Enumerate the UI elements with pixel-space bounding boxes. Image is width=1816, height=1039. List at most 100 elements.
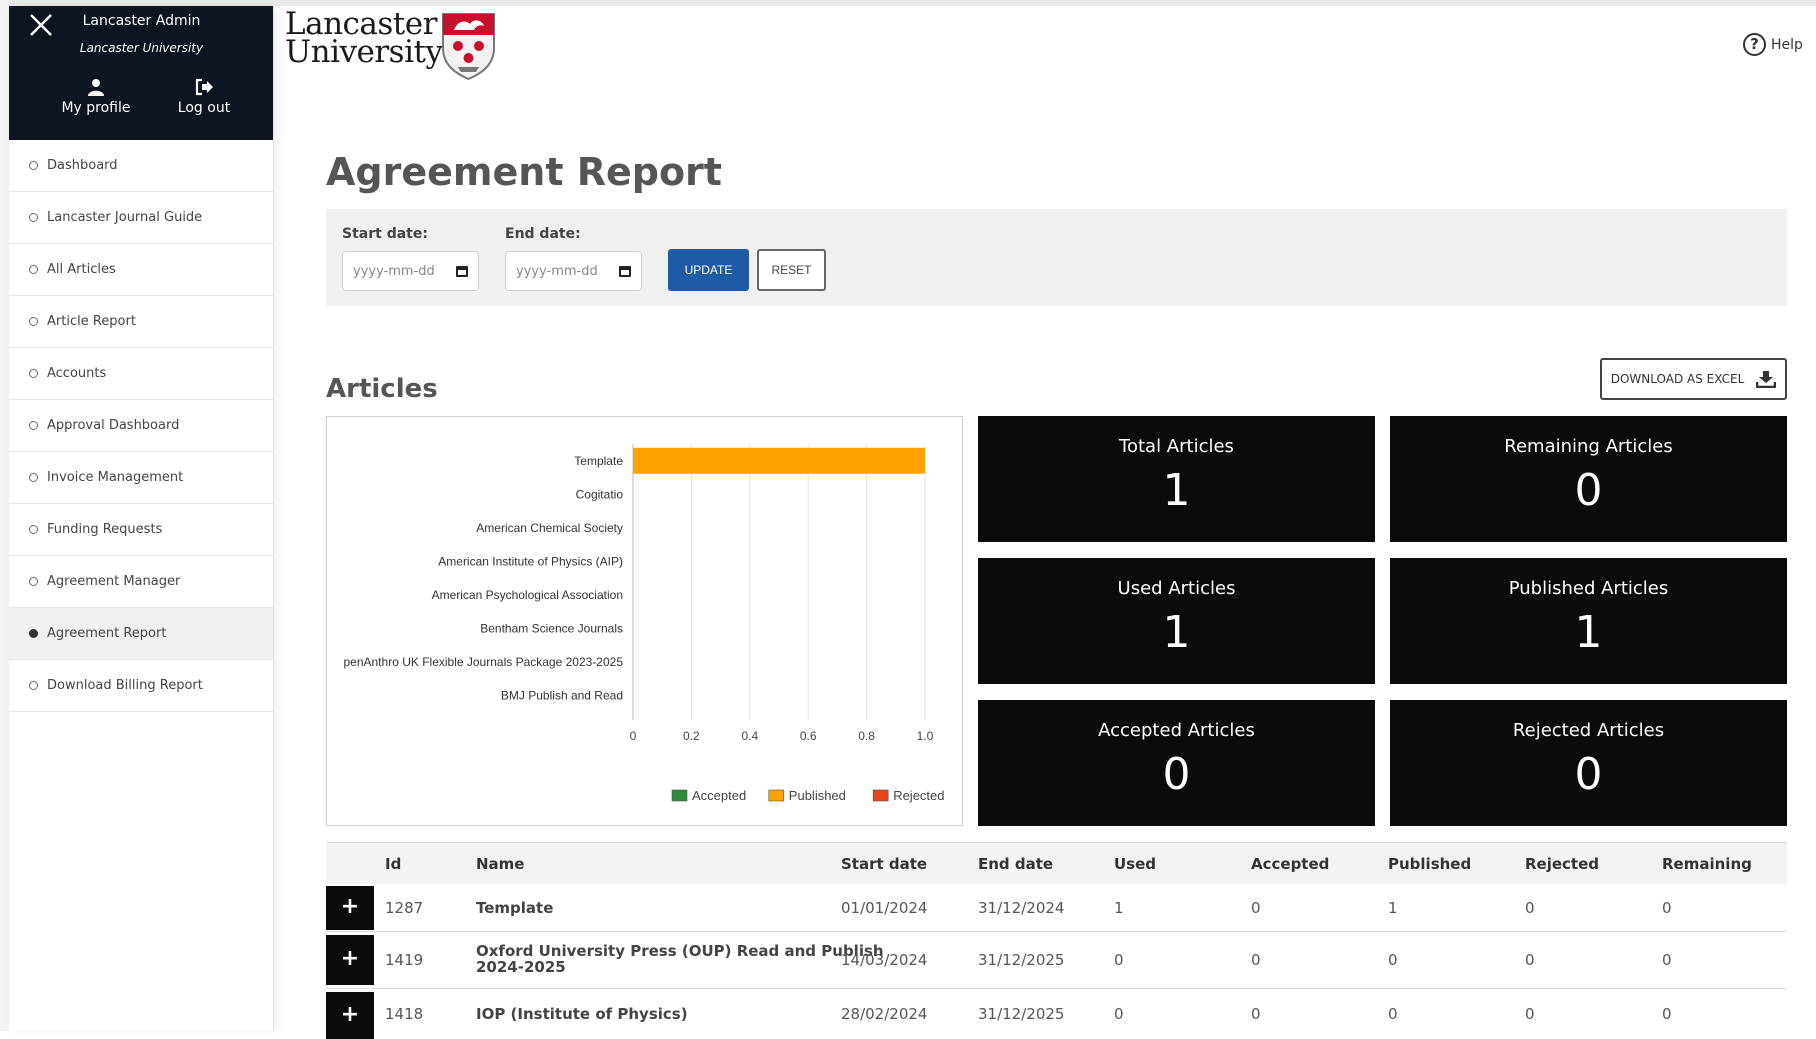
cell-published: 0 <box>1388 1005 1398 1023</box>
sidebar-item-agreement-manager[interactable]: Agreement Manager <box>9 556 273 608</box>
logo-wordmark: Lancaster University <box>285 9 443 68</box>
start-date-placeholder: yyyy-mm-dd <box>353 263 435 279</box>
expand-row-button[interactable]: + <box>326 935 374 985</box>
stat-label: Used Articles <box>1117 578 1236 599</box>
download-excel-label: DOWNLOAD AS EXCEL <box>1610 372 1745 386</box>
x-tick-label: 0.2 <box>683 729 700 743</box>
logout-icon <box>195 78 213 96</box>
cell-rejected: 0 <box>1525 899 1535 917</box>
table-header: Id Name Start date End date Used Accepte… <box>326 842 1787 884</box>
sidebar-item-all-articles[interactable]: All Articles <box>9 244 273 296</box>
circle-icon <box>29 317 38 326</box>
legend-label: Accepted <box>692 788 746 803</box>
stat-label: Rejected Articles <box>1512 720 1665 741</box>
sidebar-item-download-billing-report[interactable]: Download Billing Report <box>9 660 273 712</box>
cell-end-date: 31/12/2024 <box>978 899 1065 917</box>
circle-icon <box>29 577 38 586</box>
university-logo[interactable]: Lancaster University <box>285 9 500 80</box>
cell-remaining: 0 <box>1662 1005 1672 1023</box>
sidebar-item-label: Accounts <box>47 366 107 381</box>
column-header-start-date[interactable]: Start date <box>841 855 927 873</box>
column-header-rejected[interactable]: Rejected <box>1525 855 1599 873</box>
crest-icon <box>442 13 495 80</box>
sidebar-item-article-report[interactable]: Article Report <box>9 296 273 348</box>
column-header-published[interactable]: Published <box>1388 855 1471 873</box>
left-gutter <box>0 0 9 1031</box>
column-header-remaining[interactable]: Remaining <box>1662 855 1752 873</box>
update-button[interactable]: UPDATE <box>668 249 749 291</box>
sidebar: Lancaster Admin Lancaster University My … <box>9 6 274 1031</box>
sidebar-item-label: Article Report <box>47 314 136 329</box>
filled-circle-icon <box>29 629 38 638</box>
cell-name-line-1: Oxford University Press (OUP) Read and P… <box>476 942 884 960</box>
articles-chart: 0 0.2 0.4 0.6 0.8 1.0 Template Cogitatio America… <box>326 416 963 826</box>
sidebar-header: Lancaster Admin Lancaster University My … <box>9 6 273 140</box>
rejected-articles-card: Rejected Articles 0 <box>1390 700 1787 826</box>
circle-icon <box>29 161 38 170</box>
sidebar-item-label: Agreement Manager <box>47 574 181 589</box>
sidebar-item-journal-guide[interactable]: Lancaster Journal Guide <box>9 192 273 244</box>
accepted-articles-card: Accepted Articles 0 <box>978 700 1375 826</box>
expand-row-button[interactable]: + <box>326 886 374 930</box>
x-tick-label: 0.4 <box>741 729 758 743</box>
help-link[interactable]: ? Help <box>1743 33 1803 56</box>
date-filter-bar: Start date: End date: yyyy-mm-dd yyyy-mm… <box>326 209 1787 306</box>
cell-used: 1 <box>1114 899 1124 917</box>
cell-accepted: 0 <box>1251 899 1261 917</box>
legend-swatch <box>872 789 889 802</box>
cell-rejected: 0 <box>1525 951 1535 969</box>
column-header-accepted[interactable]: Accepted <box>1251 855 1329 873</box>
sidebar-item-label: Agreement Report <box>47 626 167 641</box>
y-category-label: BMJ Publish and Read <box>501 688 623 702</box>
column-header-end-date[interactable]: End date <box>978 855 1053 873</box>
cell-used: 0 <box>1114 951 1124 969</box>
sidebar-nav: Dashboard Lancaster Journal Guide All Ar… <box>9 140 273 712</box>
cell-end-date: 31/12/2025 <box>978 951 1065 969</box>
legend-label: Rejected <box>893 788 944 803</box>
expand-row-button[interactable]: + <box>326 992 374 1039</box>
stat-value: 1 <box>1574 607 1603 658</box>
organisation-name: Lancaster University <box>79 41 204 55</box>
cell-published: 0 <box>1388 951 1398 969</box>
legend-swatch <box>768 789 785 802</box>
log-out-button[interactable]: Log out <box>159 78 249 116</box>
cell-start-date: 01/01/2024 <box>841 899 928 917</box>
y-category-label: American Psychological Association <box>432 588 623 602</box>
column-header-name[interactable]: Name <box>476 855 524 873</box>
sidebar-item-funding-requests[interactable]: Funding Requests <box>9 504 273 556</box>
articles-section-title: Articles <box>326 374 438 404</box>
sidebar-item-accounts[interactable]: Accounts <box>9 348 273 400</box>
column-header-id[interactable]: Id <box>385 855 401 873</box>
stat-label: Published Articles <box>1508 578 1669 599</box>
y-category-label: Cogitatio <box>576 487 624 501</box>
cell-accepted: 0 <box>1251 1005 1261 1023</box>
stat-label: Accepted Articles <box>1098 720 1255 741</box>
stat-value: 1 <box>1162 607 1191 658</box>
table-row: + 1418 IOP (Institute of Physics) 28/02/… <box>326 989 1787 1039</box>
sidebar-item-dashboard[interactable]: Dashboard <box>9 140 273 192</box>
end-date-label: End date: <box>505 226 581 242</box>
calendar-icon[interactable] <box>619 265 631 277</box>
used-articles-card: Used Articles 1 <box>978 558 1375 684</box>
sidebar-item-label: Lancaster Journal Guide <box>47 210 203 225</box>
cell-name: Oxford University Press (OUP) Read and P… <box>476 943 884 975</box>
start-date-input[interactable]: yyyy-mm-dd <box>342 251 479 291</box>
sidebar-item-invoice-management[interactable]: Invoice Management <box>9 452 273 504</box>
y-category-label: American Institute of Physics (AIP) <box>438 554 623 568</box>
sidebar-item-approval-dashboard[interactable]: Approval Dashboard <box>9 400 273 452</box>
download-excel-button[interactable]: DOWNLOAD AS EXCEL <box>1600 358 1787 400</box>
column-header-used[interactable]: Used <box>1114 855 1156 873</box>
cell-published: 1 <box>1388 899 1398 917</box>
calendar-icon[interactable] <box>456 265 468 277</box>
end-date-input[interactable]: yyyy-mm-dd <box>505 251 642 291</box>
cell-id: 1419 <box>385 951 424 969</box>
sidebar-item-label: Invoice Management <box>47 470 184 485</box>
cell-rejected: 0 <box>1525 1005 1535 1023</box>
my-profile-button[interactable]: My profile <box>51 78 141 116</box>
x-tick-label: 0.8 <box>858 729 875 743</box>
sidebar-item-agreement-report[interactable]: Agreement Report <box>9 608 273 660</box>
cell-name: Template <box>476 899 554 917</box>
sidebar-item-label: Approval Dashboard <box>47 418 180 433</box>
reset-button[interactable]: RESET <box>757 249 826 291</box>
cell-start-date: 14/03/2024 <box>841 951 928 969</box>
